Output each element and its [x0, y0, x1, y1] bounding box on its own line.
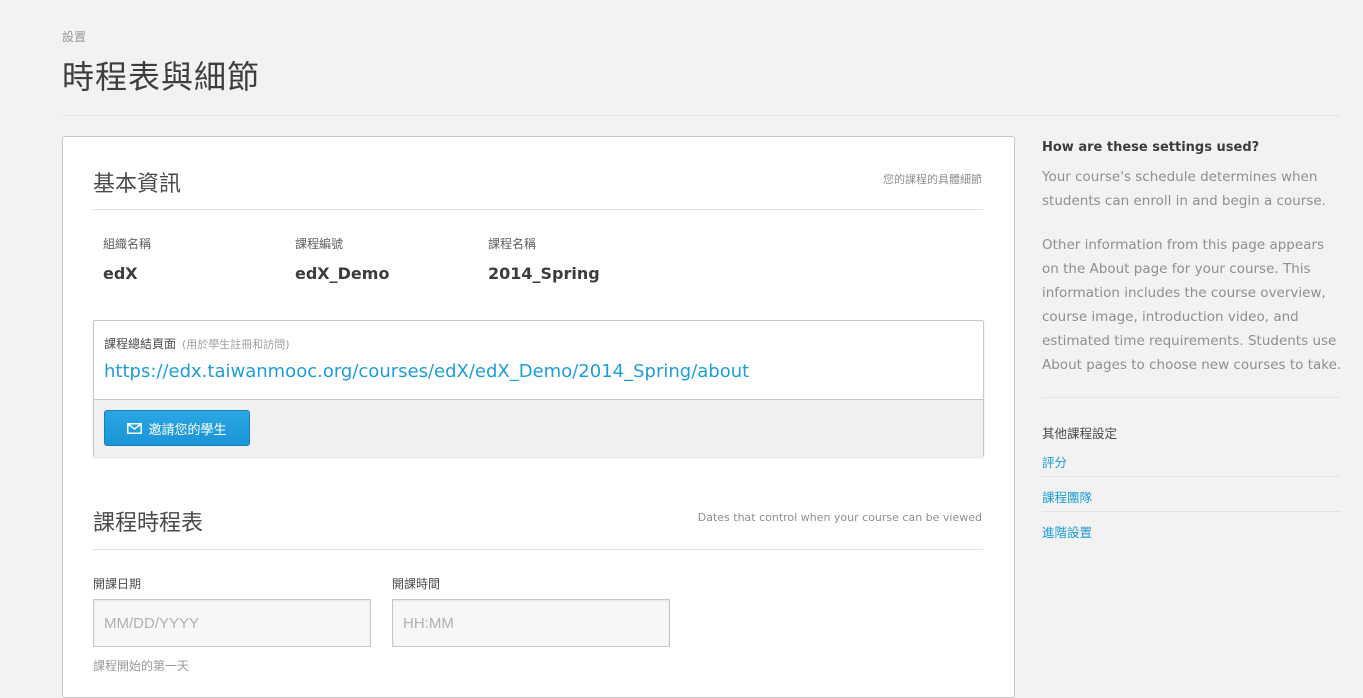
course-summary-label-text: 課程總結頁面 [104, 337, 177, 351]
course-run-label: 課程名稱 [488, 237, 537, 251]
sidebar-paragraph-schedule: Your course's schedule determines when s… [1042, 169, 1326, 209]
envelope-icon [127, 422, 143, 434]
start-time-input[interactable] [392, 599, 670, 647]
basic-info-divider [93, 209, 983, 210]
organization-value: edX [103, 264, 138, 283]
invite-students-button[interactable]: 邀請您的學生 [104, 410, 250, 446]
start-date-label: 開課日期 [93, 577, 142, 591]
course-summary-url-link[interactable]: https://edx.taiwanmooc.org/courses/edX/e… [104, 361, 749, 382]
course-summary-box: 課程總結頁面 (用於學生註冊和訪問) https://edx.taiwanmooc… [93, 320, 984, 457]
course-summary-hint: (用於學生註冊和訪問) [182, 338, 290, 351]
basic-info-title: 基本資訊 [93, 172, 182, 197]
page-title: 時程表與細節 [62, 58, 261, 96]
page-subtitle: 設置 [62, 30, 87, 44]
sidebar-link-divider [1042, 511, 1340, 512]
course-summary-label: 課程總結頁面 (用於學生註冊和訪問) [104, 335, 290, 352]
organization-label: 組織名稱 [103, 237, 152, 251]
course-number-label: 課程編號 [295, 237, 344, 251]
sidebar-link-course-team[interactable]: 課程團隊 [1042, 487, 1092, 506]
schedule-divider [93, 549, 983, 550]
course-summary-footer: 邀請您的學生 [94, 399, 983, 457]
schedule-description: Dates that control when your course can … [697, 511, 982, 524]
sidebar-link-advanced-settings[interactable]: 進階設置 [1042, 522, 1092, 541]
start-date-input[interactable] [93, 599, 371, 647]
start-time-label: 開課時間 [392, 577, 441, 591]
invite-students-label: 邀請您的學生 [148, 422, 227, 438]
basic-info-description: 您的課程的具體細節 [883, 173, 982, 186]
schedule-title: 課程時程表 [93, 511, 204, 536]
course-run-value: 2014_Spring [488, 264, 600, 283]
sidebar-link-divider [1042, 476, 1340, 477]
sidebar-paragraph-about: Other information from this page appears… [1042, 237, 1342, 373]
sidebar-link-grading[interactable]: 評分 [1042, 452, 1067, 471]
other-settings-title: 其他課程設定 [1042, 426, 1118, 441]
sidebar-divider [1042, 397, 1340, 398]
header-divider [62, 115, 1340, 116]
start-date-footnote: 課程開始的第一天 [93, 659, 190, 673]
sidebar-heading: How are these settings used? [1042, 140, 1260, 155]
course-number-value: edX_Demo [295, 264, 390, 283]
